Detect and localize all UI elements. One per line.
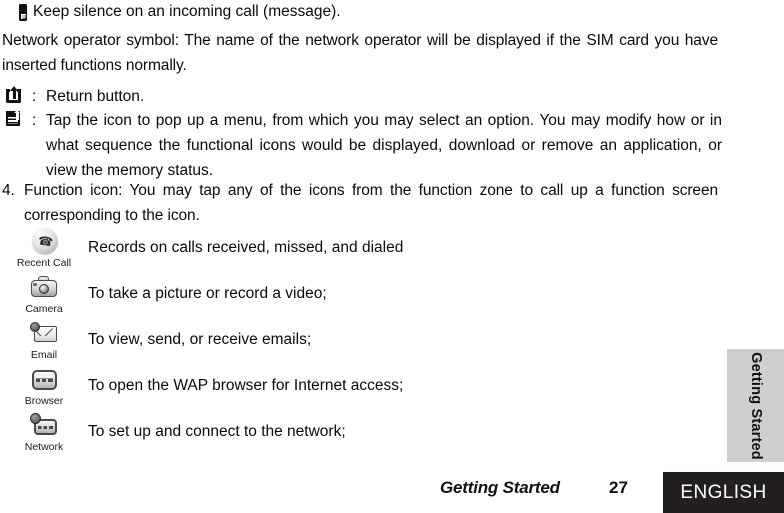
- network-operator-paragraph: Network operator symbol: The name of the…: [2, 32, 718, 74]
- browser-icon[interactable]: [29, 366, 59, 394]
- app-description: To open the WAP browser for Internet acc…: [88, 377, 404, 394]
- menu-icon-cell: [6, 108, 32, 127]
- menu-description-text: Tap the icon to pop up a menu, from whic…: [46, 112, 722, 179]
- network-icon-cell: Network: [0, 410, 88, 453]
- page-footer: Getting Started 27 ENGLISH: [0, 472, 784, 513]
- network-icon[interactable]: [29, 412, 59, 440]
- camera-icon-cell: Camera: [0, 272, 88, 315]
- list-item: Browser To open the WAP browser for Inte…: [0, 364, 720, 410]
- silence-note-row: Keep silence on an incoming call (messag…: [18, 0, 758, 24]
- function-item-number: 4.: [2, 182, 15, 199]
- function-icon-paragraph: 4. Function icon: You may tap any of the…: [2, 178, 718, 228]
- silence-note-text: Keep silence on an incoming call (messag…: [33, 3, 341, 20]
- menu-colon: :: [32, 112, 37, 129]
- app-description: Records on calls received, missed, and d…: [88, 239, 404, 256]
- footer-page-number: 27: [609, 478, 628, 497]
- function-item-text: Function icon: You may tap any of the ic…: [24, 182, 718, 224]
- function-icon-list: ☎ Recent Call Records on calls received,…: [0, 226, 720, 456]
- return-button-text: Return button.: [46, 88, 145, 105]
- recent-call-icon-cell: ☎ Recent Call: [0, 226, 88, 269]
- menu-icon-row: : Tap the icon to pop up a menu, from wh…: [6, 108, 722, 183]
- recent-call-icon[interactable]: ☎: [29, 228, 59, 256]
- return-button-row: : Return button.: [6, 84, 726, 109]
- mobile-phone-icon: [18, 3, 29, 22]
- app-description: To set up and connect to the network;: [88, 423, 346, 440]
- app-label: Browser: [24, 395, 64, 407]
- email-icon[interactable]: [29, 320, 59, 348]
- chapter-tab: Getting Started: [727, 349, 784, 462]
- footer-language-badge: ENGLISH: [663, 472, 784, 513]
- app-label: Network: [24, 441, 64, 453]
- list-item: ☎ Recent Call Records on calls received,…: [0, 226, 720, 272]
- menu-list-icon: [6, 110, 22, 127]
- list-item: Camera To take a picture or record a vid…: [0, 272, 720, 318]
- return-colon: :: [32, 88, 37, 105]
- list-item: Email To view, send, or receive emails;: [0, 318, 720, 364]
- camera-icon[interactable]: [29, 274, 59, 302]
- browser-icon-cell: Browser: [0, 364, 88, 407]
- app-label: Email: [30, 349, 58, 361]
- footer-chapter-title: Getting Started: [440, 478, 560, 497]
- email-icon-cell: Email: [0, 318, 88, 361]
- return-button-icon: [6, 86, 22, 103]
- return-icon-cell: [6, 84, 32, 103]
- app-label: Recent Call: [16, 257, 72, 269]
- manual-page: Keep silence on an incoming call (messag…: [0, 0, 784, 513]
- app-description: To take a picture or record a video;: [88, 285, 327, 302]
- app-description: To view, send, or receive emails;: [88, 331, 312, 348]
- app-label: Camera: [25, 303, 63, 315]
- chapter-tab-label: Getting Started: [747, 351, 764, 460]
- list-item: Network To set up and connect to the net…: [0, 410, 720, 456]
